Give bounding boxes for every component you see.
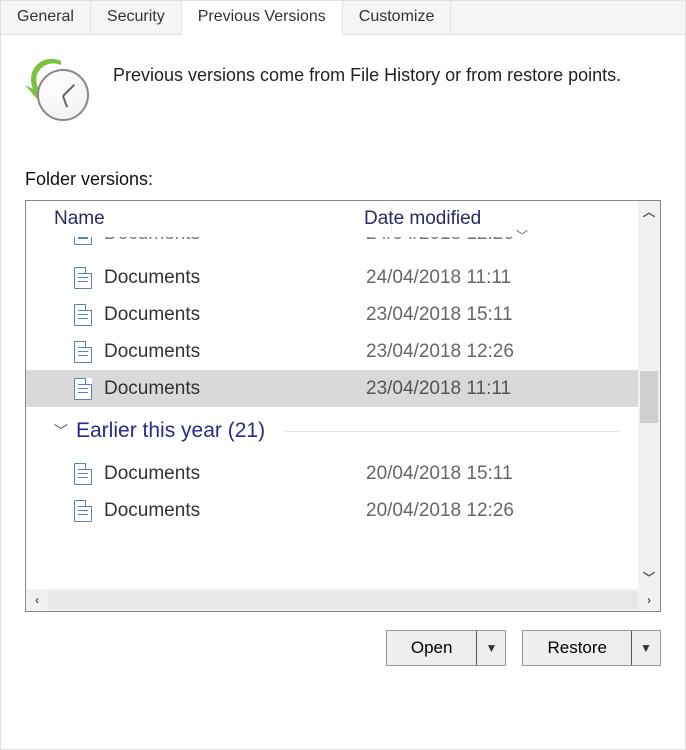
list-header: Name Date modified	[26, 201, 660, 237]
tab-content: Previous versions come from File History…	[1, 35, 685, 666]
item-date: 23/04/2018 12:26	[364, 341, 638, 363]
list-item[interactable]: Documents 20/04/2018 12:26	[26, 492, 638, 529]
document-icon	[74, 463, 92, 485]
tab-bar: General Security Previous Versions Custo…	[1, 1, 685, 35]
list-item[interactable]: Documents 24/04/2018 11:11	[26, 259, 638, 296]
document-icon	[74, 267, 92, 289]
chevron-down-icon: ﹀	[54, 421, 68, 441]
item-date: 23/04/2018 11:11	[364, 378, 638, 400]
item-date: 24/04/2018 12:26	[364, 237, 638, 245]
properties-panel: General Security Previous Versions Custo…	[0, 0, 686, 750]
scroll-up-icon[interactable]: ︿	[638, 201, 660, 223]
tab-customize[interactable]: Customize	[343, 1, 452, 34]
column-date-header[interactable]: Date modified	[364, 208, 660, 230]
scroll-down-icon[interactable]: ﹀	[638, 567, 660, 589]
restore-button-main[interactable]: Restore	[523, 631, 632, 665]
group-header[interactable]: ﹀ Earlier this year (21)	[26, 407, 638, 455]
tab-general[interactable]: General	[1, 1, 91, 34]
restore-button[interactable]: Restore ▼	[522, 630, 661, 666]
item-date: 23/04/2018 15:11	[364, 304, 638, 326]
list-item[interactable]: Documents 23/04/2018 12:26	[26, 333, 638, 370]
group-label: Earlier this year (21)	[76, 419, 265, 443]
scroll-left-icon[interactable]: ‹	[26, 589, 48, 611]
open-button-main[interactable]: Open	[387, 631, 478, 665]
document-icon	[74, 304, 92, 326]
open-button-dropdown[interactable]: ▼	[477, 631, 505, 665]
list-item[interactable]: Documents 23/04/2018 11:11	[26, 370, 638, 407]
list-item[interactable]: Documents 24/04/2018 12:26	[26, 237, 638, 259]
item-name: Documents	[104, 463, 200, 485]
item-name: Documents	[104, 378, 200, 400]
document-icon	[74, 378, 92, 400]
document-icon	[74, 237, 92, 245]
scroll-track[interactable]	[48, 591, 638, 609]
item-date: 24/04/2018 11:11	[364, 267, 638, 289]
open-button[interactable]: Open ▼	[386, 630, 507, 666]
restore-button-dropdown[interactable]: ▼	[632, 631, 660, 665]
document-icon	[74, 341, 92, 363]
item-name: Documents	[104, 237, 200, 245]
tab-previous-versions[interactable]: Previous Versions	[182, 1, 343, 35]
horizontal-scrollbar[interactable]: ‹ ›	[26, 589, 660, 611]
info-text: Previous versions come from File History…	[113, 57, 621, 87]
list-item[interactable]: Documents 20/04/2018 15:11	[26, 455, 638, 492]
folder-versions-label: Folder versions:	[25, 169, 661, 190]
scroll-thumb[interactable]	[640, 371, 658, 423]
item-name: Documents	[104, 304, 200, 326]
info-row: Previous versions come from File History…	[25, 57, 661, 121]
tab-security[interactable]: Security	[91, 1, 182, 34]
versions-list: ﹀ Name Date modified Documents 24/04/201…	[25, 200, 661, 612]
item-date: 20/04/2018 12:26	[364, 500, 638, 522]
group-rule	[285, 431, 620, 432]
history-clock-icon	[25, 57, 89, 121]
item-date: 20/04/2018 15:11	[364, 463, 638, 485]
item-name: Documents	[104, 500, 200, 522]
column-name-header[interactable]: Name	[26, 208, 364, 230]
item-name: Documents	[104, 267, 200, 289]
vertical-scrollbar[interactable]: ︿ ﹀	[638, 201, 660, 589]
action-buttons: Open ▼ Restore ▼	[25, 630, 661, 666]
document-icon	[74, 500, 92, 522]
scroll-right-icon[interactable]: ›	[638, 589, 660, 611]
item-name: Documents	[104, 341, 200, 363]
list-item[interactable]: Documents 23/04/2018 15:11	[26, 296, 638, 333]
list-body: Documents 24/04/2018 12:26 Documents 24/…	[26, 237, 660, 611]
